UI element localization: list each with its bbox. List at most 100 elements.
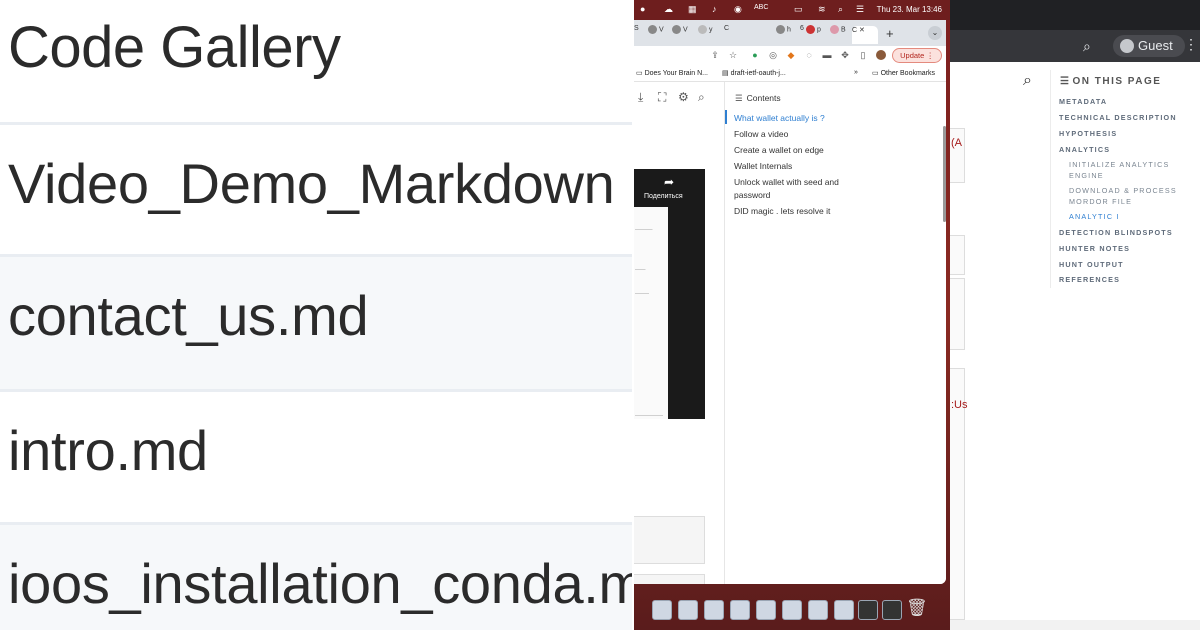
browser-tab-active[interactable]: C ✕ <box>852 26 878 44</box>
toc-link[interactable]: DETECTION BLINDSPOTS <box>1059 228 1173 237</box>
input-source[interactable]: ABC <box>754 4 768 11</box>
dock-app-icon[interactable] <box>782 600 802 620</box>
grammarly-icon[interactable]: ● <box>750 50 760 60</box>
wifi-icon[interactable]: ≋ <box>818 4 826 15</box>
browser-toolbar: ⌕ Guest ⋮ <box>950 30 1200 62</box>
sidebar-icon[interactable]: ▯ <box>858 50 868 60</box>
dock-app-icon[interactable] <box>834 600 854 620</box>
toc-item[interactable]: Unlock wallet with seed and <box>734 177 839 187</box>
update-button[interactable]: Update ⋮ <box>892 48 942 63</box>
toc-link-active[interactable]: ANALYTIC I <box>1069 212 1120 221</box>
dock-app-icon[interactable] <box>652 600 672 620</box>
menu-bar: ● ☁ ▦ ♪ ◉ ABC ▭ ≋ ⌕ ☰ Thu 23. Mar 13:46 <box>634 0 950 20</box>
file-name[interactable]: contact_us.md <box>8 283 369 348</box>
toc-link[interactable]: METADATA <box>1059 97 1107 106</box>
toc-link[interactable]: HYPOTHESIS <box>1059 129 1117 138</box>
toc-link[interactable]: TECHNICAL DESCRIPTION <box>1059 113 1177 122</box>
file-row[interactable]: Video_Demo_Markdown <box>0 125 632 257</box>
toc-link[interactable]: MORDOR FILE <box>1069 197 1132 206</box>
share-icon[interactable]: ⇪ <box>710 50 720 60</box>
browser-tab[interactable]: p <box>806 25 824 43</box>
puzzle-icon[interactable]: ✥ <box>840 50 850 60</box>
audio-icon[interactable]: ♪ <box>712 4 717 14</box>
star-icon[interactable]: ☆ <box>728 50 738 60</box>
toc-link[interactable]: REFERENCES <box>1059 275 1120 284</box>
file-row[interactable]: intro.md <box>0 392 632 524</box>
favicon-icon <box>830 25 839 34</box>
extension-icon[interactable]: ◎ <box>768 50 778 60</box>
browser-tab[interactable]: V <box>672 25 690 43</box>
docs-page: ⌕ Guest ⋮ ⌕ (A :Us ☰ ON THIS PAGE METADAT… <box>950 0 1200 630</box>
toc-item[interactable]: password <box>734 190 770 200</box>
search-icon[interactable]: ⌕ <box>1023 72 1032 90</box>
close-icon[interactable]: ✕ <box>859 27 865 34</box>
file-row[interactable]: ioos_installation_conda.md <box>0 525 632 630</box>
extension-icon[interactable]: ◌ <box>804 50 814 60</box>
tab-label: p <box>816 26 821 34</box>
chevron-down-icon[interactable]: ⌄ <box>928 26 942 40</box>
toc-link[interactable]: INITIALIZE ANALYTICS <box>1069 160 1170 169</box>
bookmark-overflow[interactable]: » <box>854 69 858 76</box>
bookmark-item[interactable]: ▭ Does Your Brain N... <box>636 69 708 77</box>
file-name[interactable]: Video_Demo_Markdown <box>8 151 615 216</box>
toc-item[interactable]: Create a wallet on edge <box>734 145 824 155</box>
contents-header: ☰ Contents <box>735 93 781 104</box>
share-label: Поделиться <box>644 193 683 200</box>
dock-app-icon[interactable] <box>808 600 828 620</box>
video-thumbnail[interactable]: ➦ Поделиться ————— ——— ———— ———————— <box>634 169 705 419</box>
scrollbar[interactable] <box>943 126 946 222</box>
grid-icon[interactable]: ▦ <box>688 4 697 15</box>
spotlight-icon[interactable]: ⌕ <box>838 4 843 15</box>
browser-tab[interactable]: V <box>648 25 666 43</box>
wechat-icon[interactable]: ● <box>640 4 645 14</box>
metamask-icon[interactable]: ◆ <box>786 50 796 60</box>
profile-button[interactable]: Guest <box>1113 35 1185 57</box>
settings-icon[interactable]: ⚙ <box>678 90 689 104</box>
avatar[interactable] <box>876 50 886 60</box>
fullscreen-icon[interactable]: ⛶ <box>658 90 666 105</box>
search-icon[interactable]: ⌕ <box>1083 38 1091 55</box>
toc-link[interactable]: HUNT OUTPUT <box>1059 260 1124 269</box>
toc-item[interactable]: DID magic . lets resolve it <box>734 206 830 216</box>
battery-icon[interactable]: ▭ <box>794 4 803 15</box>
dock-app-icon[interactable] <box>882 600 902 620</box>
toc-link[interactable]: ANALYTICS <box>1059 145 1110 154</box>
bookmark-folder[interactable]: ▭ Other Bookmarks <box>872 69 935 77</box>
download-icon[interactable]: ⤓ <box>638 90 643 105</box>
dock-app-icon[interactable] <box>678 600 698 620</box>
browser-tab[interactable]: h <box>776 25 794 43</box>
play-icon[interactable]: ◉ <box>734 4 742 15</box>
dock-app-icon[interactable] <box>756 600 776 620</box>
file-name[interactable]: ioos_installation_conda.md <box>8 551 632 616</box>
menu-icon[interactable]: ⋮ <box>1184 36 1198 53</box>
share-icon[interactable]: ➦ <box>664 175 674 189</box>
file-name[interactable]: intro.md <box>8 418 208 483</box>
toc-item[interactable]: Wallet Internals <box>734 161 792 171</box>
search-icon[interactable]: ⌕ <box>698 90 705 105</box>
content-fragment <box>950 278 965 350</box>
browser-tab[interactable]: y <box>698 25 716 43</box>
tab-label: y <box>708 26 713 34</box>
toc-item[interactable]: Follow a video <box>734 129 788 139</box>
toc-link[interactable]: ENGINE <box>1069 171 1104 180</box>
toc-link[interactable]: HUNTER NOTES <box>1059 244 1130 253</box>
cloud-icon[interactable]: ☁ <box>664 4 673 15</box>
dock-app-icon[interactable] <box>730 600 750 620</box>
toc-link[interactable]: DOWNLOAD & PROCESS <box>1069 186 1177 195</box>
bookmark-item[interactable]: ▤ draft-ietf-oauth-j... <box>722 69 786 77</box>
control-center-icon[interactable]: ☰ <box>856 4 864 15</box>
dock-app-icon[interactable] <box>858 600 878 620</box>
page-title: Code Gallery <box>8 15 341 80</box>
dock: 🗑 <box>634 596 950 626</box>
extension-icon[interactable]: ▬ <box>822 50 832 60</box>
content-fragment: (A <box>950 128 965 183</box>
file-row[interactable]: contact_us.md <box>0 257 632 389</box>
new-tab-button[interactable]: + <box>886 26 894 41</box>
dock-app-icon[interactable] <box>704 600 724 620</box>
browser-tab[interactable]: C <box>724 25 742 43</box>
browser-tab[interactable]: B <box>830 25 848 43</box>
favicon-icon <box>776 25 785 34</box>
fragment-text: (A <box>951 137 962 149</box>
toc-item[interactable]: What wallet actually is ? <box>734 113 825 123</box>
trash-icon[interactable]: 🗑 <box>906 598 928 618</box>
